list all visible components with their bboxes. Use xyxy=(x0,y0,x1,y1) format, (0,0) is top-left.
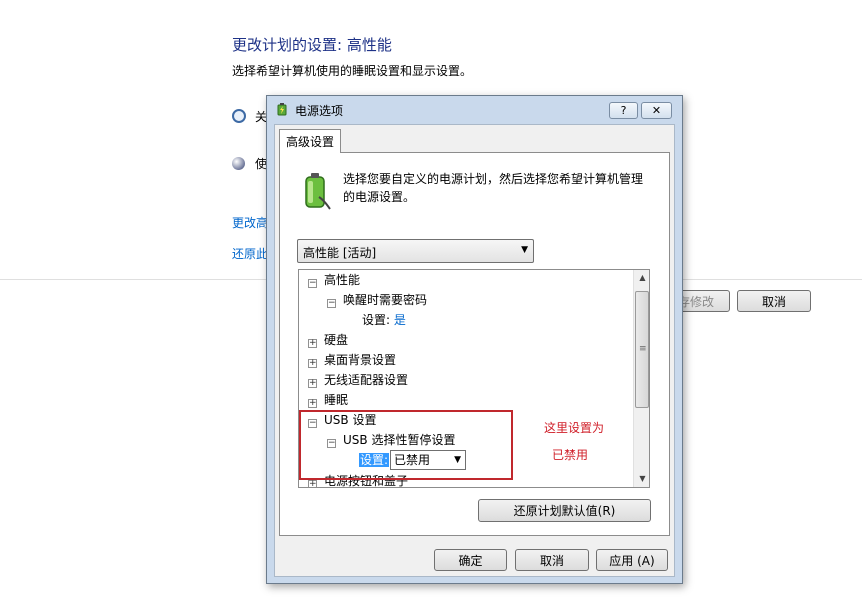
tree-item-desktop-background[interactable]: + 桌面背景设置 xyxy=(308,350,396,370)
tree-item-wireless-adapter[interactable]: + 无线适配器设置 xyxy=(308,370,408,390)
dialog-title: 电源选项 xyxy=(295,104,344,118)
collapse-icon[interactable]: − xyxy=(327,299,336,308)
apply-button[interactable]: 应用 (A) xyxy=(596,549,668,571)
expand-icon[interactable]: + xyxy=(308,480,317,487)
power-options-dialog: 电源选项 ? ✕ 高级设置 选择您要自定义的电源计划，然后选择您希望计算机管理的… xyxy=(266,95,683,584)
scroll-up-arrow-icon[interactable]: ▲ xyxy=(634,270,649,286)
annotation-line-2: 已禁用 xyxy=(552,448,589,462)
battery-icon xyxy=(301,171,331,211)
page-subtitle: 选择希望计算机使用的睡眠设置和显示设置。 xyxy=(232,64,473,78)
scroll-down-arrow-icon[interactable]: ▼ xyxy=(634,471,649,487)
collapse-icon[interactable]: − xyxy=(308,279,317,288)
restore-plan-defaults-button[interactable]: 还原计划默认值(R) xyxy=(478,499,651,522)
power-options-icon xyxy=(275,102,289,116)
tree-item-sleep[interactable]: + 睡眠 xyxy=(308,390,348,410)
ok-button[interactable]: 确定 xyxy=(434,549,507,571)
power-plan-value: 高性能 [活动] xyxy=(303,246,377,260)
tree-item-hard-disk[interactable]: + 硬盘 xyxy=(308,330,348,350)
clock-icon xyxy=(232,109,246,123)
highlight-box xyxy=(299,410,513,480)
chevron-down-icon: ▼ xyxy=(521,245,528,255)
power-plan-dropdown[interactable]: 高性能 [活动] ▼ xyxy=(297,239,534,263)
expand-icon[interactable]: + xyxy=(308,399,317,408)
tree-item-password-on-wake[interactable]: − 唤醒时需要密码 xyxy=(327,290,427,310)
page-title: 更改计划的设置: 高性能 xyxy=(232,36,392,54)
expand-icon[interactable]: + xyxy=(308,379,317,388)
background-cancel-button[interactable]: 取消 xyxy=(737,290,811,312)
grip-icon: ≡ xyxy=(639,344,647,354)
expand-icon[interactable]: + xyxy=(308,339,317,348)
expand-icon[interactable]: + xyxy=(308,359,317,368)
dialog-cancel-button[interactable]: 取消 xyxy=(515,549,589,571)
restore-defaults-link[interactable]: 还原此 xyxy=(232,245,268,262)
password-setting-value[interactable]: 是 xyxy=(394,313,406,327)
tree-item-plan[interactable]: − 高性能 xyxy=(308,270,360,290)
sleep-row: 使 xyxy=(232,155,267,172)
close-button[interactable]: ✕ xyxy=(641,102,672,119)
scrollbar-thumb[interactable]: ≡ xyxy=(635,291,649,408)
title-bar[interactable]: 电源选项 ? ✕ xyxy=(267,96,682,123)
dialog-description: 选择您要自定义的电源计划，然后选择您希望计算机管理的电源设置。 xyxy=(343,172,644,204)
change-advanced-link[interactable]: 更改高 xyxy=(232,214,268,231)
tree-scrollbar[interactable]: ▲ ≡ ▼ xyxy=(633,270,649,487)
tab-advanced-settings[interactable]: 高级设置 xyxy=(279,129,341,153)
tree-item-password-setting[interactable]: 设置: 是 xyxy=(362,310,406,330)
help-button[interactable]: ? xyxy=(609,102,638,119)
display-off-row: 关 xyxy=(232,108,267,125)
moon-icon xyxy=(232,157,245,170)
annotation-line-1: 这里设置为 xyxy=(544,421,605,435)
